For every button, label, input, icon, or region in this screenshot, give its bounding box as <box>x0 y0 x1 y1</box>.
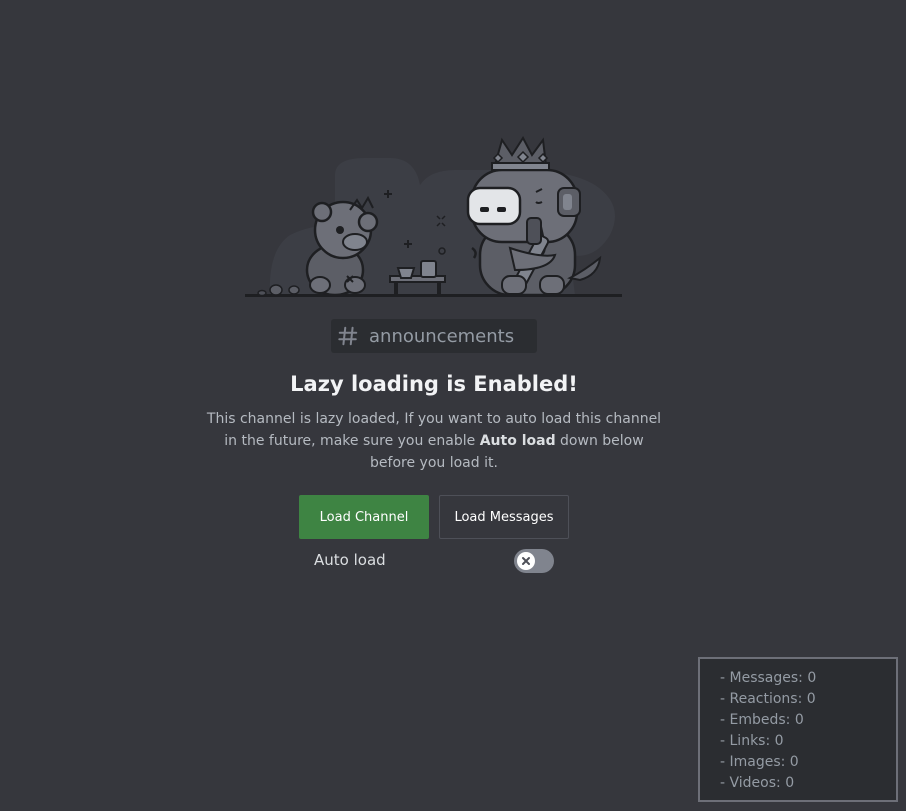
channel-name-pill: announcements <box>331 319 537 353</box>
load-channel-button[interactable]: Load Channel <box>299 495 429 539</box>
stat-images: - Images: 0 <box>720 754 799 770</box>
hash-icon <box>338 326 358 346</box>
toggle-knob <box>517 552 535 570</box>
load-messages-button[interactable]: Load Messages <box>439 495 569 539</box>
stat-reactions: - Reactions: 0 <box>720 691 816 707</box>
lazy-loading-illustration <box>245 136 622 297</box>
description-bold-auto-load: Auto load <box>479 433 556 449</box>
auto-load-label: Auto load <box>314 551 386 569</box>
auto-load-toggle[interactable] <box>514 549 554 573</box>
lazy-loading-title: Lazy loading is Enabled! <box>290 372 578 396</box>
lazy-loading-panel: announcements Lazy loading is Enabled! T… <box>0 0 906 811</box>
stat-messages: - Messages: 0 <box>720 670 817 686</box>
lazy-loading-description: This channel is lazy loaded, If you want… <box>205 408 663 474</box>
channel-name: announcements <box>369 325 515 347</box>
stat-links: - Links: 0 <box>720 733 784 749</box>
channel-stats-panel: - Messages: 0 - Reactions: 0 - Embeds: 0… <box>698 657 898 802</box>
stat-videos: - Videos: 0 <box>720 775 795 791</box>
close-icon <box>522 557 530 565</box>
stat-embeds: - Embeds: 0 <box>720 712 804 728</box>
